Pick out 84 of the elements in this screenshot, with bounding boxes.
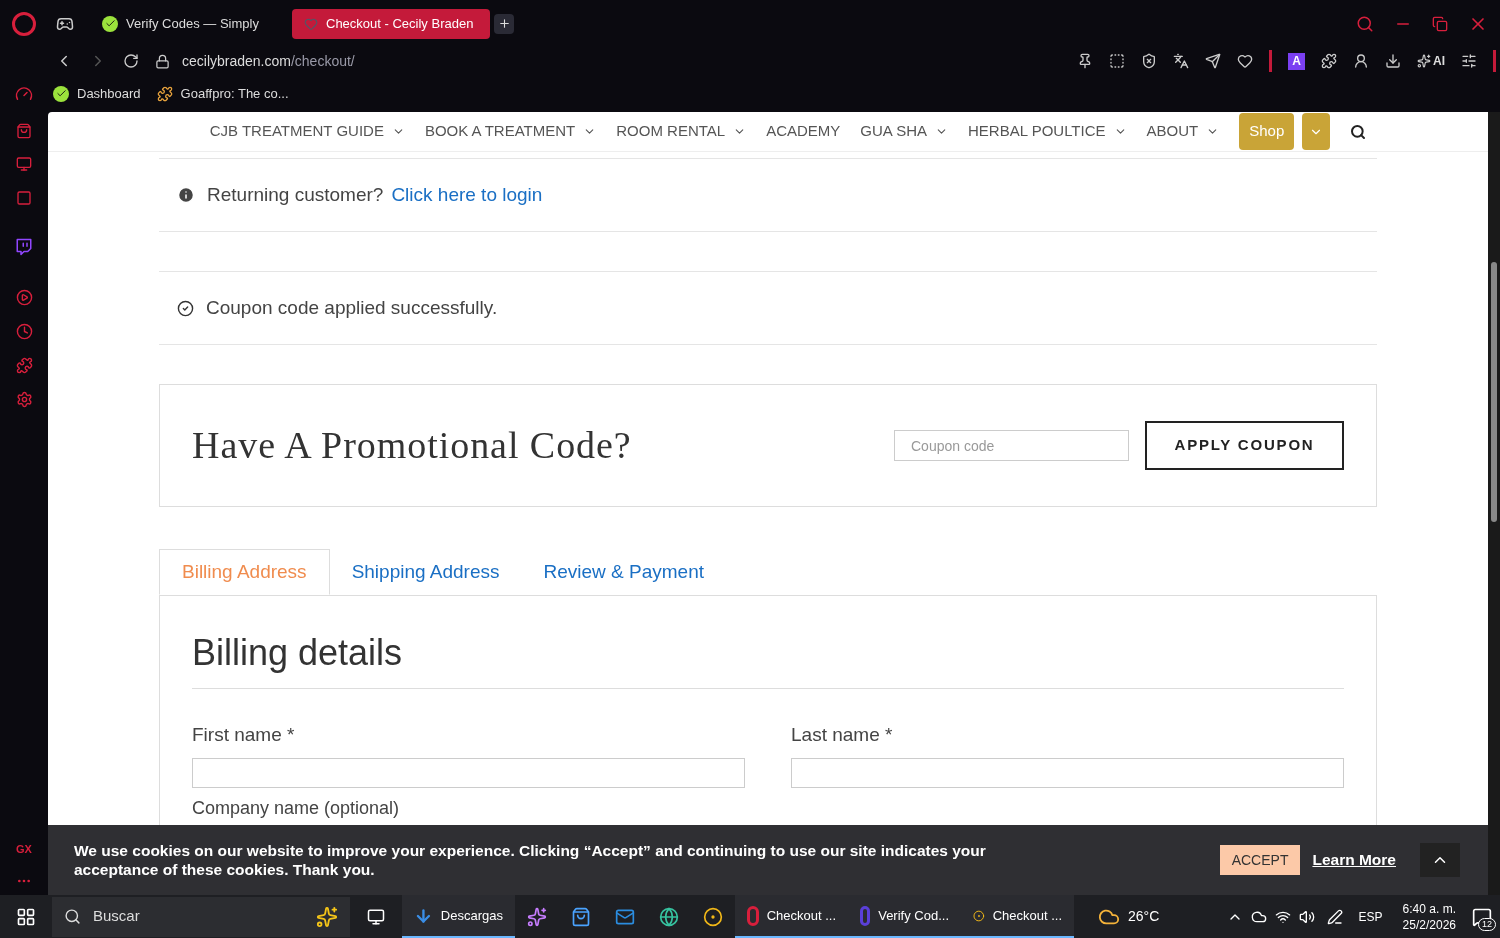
nav-link[interactable]: ROOM RENTAL (616, 120, 747, 143)
cookie-text: We use cookies on our website to improve your experience. Clicking “Accept” and continuing to use our site indicates your acceptance of these cookies. Thank you. (74, 841, 987, 879)
extension-badge[interactable]: A (1288, 52, 1305, 70)
restore-icon[interactable] (1432, 15, 1448, 32)
browser-tab[interactable]: Verify Codes — Simply (90, 8, 288, 39)
ring-icon (747, 905, 759, 926)
ai-button[interactable]: AI (1417, 52, 1445, 70)
taskbar-search-field[interactable]: Buscar (52, 896, 350, 937)
accept-button[interactable]: ACCEPT (1219, 845, 1301, 875)
notice-text: Returning customer? (207, 182, 384, 207)
apply-coupon-button[interactable]: APPLY COUPON (1145, 421, 1344, 470)
profile-icon[interactable] (1353, 53, 1369, 69)
sparkle-icon (316, 905, 338, 928)
text-field[interactable] (192, 757, 745, 788)
reload-icon[interactable] (123, 53, 139, 69)
nav-link[interactable]: ABOUT (1146, 120, 1220, 143)
square-icon[interactable] (16, 190, 32, 206)
download-icon[interactable] (1385, 53, 1401, 69)
login-link[interactable]: Click here to login (391, 180, 543, 210)
volume-icon[interactable] (1298, 908, 1315, 925)
ring-icon (860, 905, 871, 926)
search-icon (64, 908, 81, 925)
notification-count: 12 (1478, 917, 1496, 931)
promo-heading: Have A Promotional Code? (192, 423, 632, 468)
puzzle-icon (156, 85, 173, 102)
sidebar-label[interactable]: GX (16, 840, 32, 857)
bag-icon (571, 906, 591, 927)
taskbar-app[interactable]: Verify Cod... (848, 895, 961, 938)
coupon-field[interactable]: Coupon code (894, 430, 1129, 461)
monitor-icon[interactable] (16, 156, 32, 172)
language-indicator[interactable]: ESP (1358, 907, 1383, 926)
bookmark-item[interactable]: Dashboard (53, 83, 141, 104)
browser-tab[interactable]: Checkout - Cecily Braden (292, 8, 490, 39)
field-label: Company name (optional) (192, 797, 401, 818)
play-icon[interactable] (15, 289, 33, 306)
taskbar-app[interactable]: Descargas (402, 895, 515, 938)
checkout-tab[interactable]: Review & Payment (521, 549, 727, 595)
nav-link[interactable]: BOOK A TREATMENT (424, 120, 597, 143)
pen-icon[interactable] (1326, 908, 1343, 925)
notice-text: Coupon code applied successfully. (206, 295, 498, 320)
nav-link[interactable]: GUA SHA (860, 120, 948, 143)
info-icon (177, 186, 195, 204)
field-label: First name * (192, 723, 296, 747)
sparkle-icon (1417, 54, 1431, 68)
task-view-icon[interactable] (367, 907, 385, 926)
clock-text[interactable]: 6:40 a. m. 25/2/2026 (1402, 900, 1456, 933)
billing-heading: Billing details (192, 626, 1344, 689)
heart-icon[interactable] (1237, 53, 1253, 69)
checkout-tab[interactable]: Shipping Address (329, 549, 522, 595)
twitch-icon[interactable] (15, 238, 33, 256)
plus-icon (497, 17, 511, 30)
settings-icon[interactable] (15, 391, 33, 408)
shield-icon[interactable] (1141, 53, 1157, 69)
learn-more-link[interactable]: Learn More (1312, 848, 1396, 872)
favicon-icon (304, 16, 318, 31)
translate-icon[interactable] (1173, 53, 1189, 69)
circle-dot-icon (703, 906, 723, 927)
weather-text[interactable]: 26°C (1128, 906, 1160, 927)
lock-icon (155, 53, 170, 69)
bookmark-item[interactable]: Goaffpro: The co... (156, 83, 289, 104)
send-icon[interactable] (1205, 53, 1221, 69)
field-label: Last name * (791, 723, 894, 747)
taskbar-app[interactable]: Checkout ... (735, 895, 848, 938)
bag-icon[interactable] (16, 123, 32, 139)
new-tab-button[interactable] (494, 13, 514, 34)
nav-link[interactable]: CJB TREATMENT GUIDE (209, 120, 405, 143)
address-field[interactable]: cecilybraden.com/checkout/ (182, 50, 355, 72)
snapshot-icon[interactable] (1109, 53, 1125, 69)
nav-link[interactable]: HERBAL POULTICE (968, 120, 1127, 143)
text-field[interactable] (791, 757, 1344, 788)
globe-icon (659, 906, 679, 927)
check-circle-icon (177, 299, 194, 317)
check-icon (53, 85, 69, 102)
clock-icon[interactable] (15, 323, 33, 340)
browser-logo-icon[interactable] (12, 11, 36, 36)
sparkle-icon (527, 906, 547, 927)
windows-start-icon[interactable] (16, 906, 36, 927)
search-icon[interactable] (1350, 123, 1367, 140)
pin-icon[interactable] (1077, 53, 1093, 69)
menu-icon[interactable] (1461, 53, 1477, 69)
taskbar-app[interactable]: Checkout ... (961, 895, 1074, 938)
nav-link[interactable]: ACADEMY (766, 120, 841, 143)
speedometer-icon[interactable] (15, 85, 33, 103)
scrollbar[interactable] (1488, 112, 1500, 895)
